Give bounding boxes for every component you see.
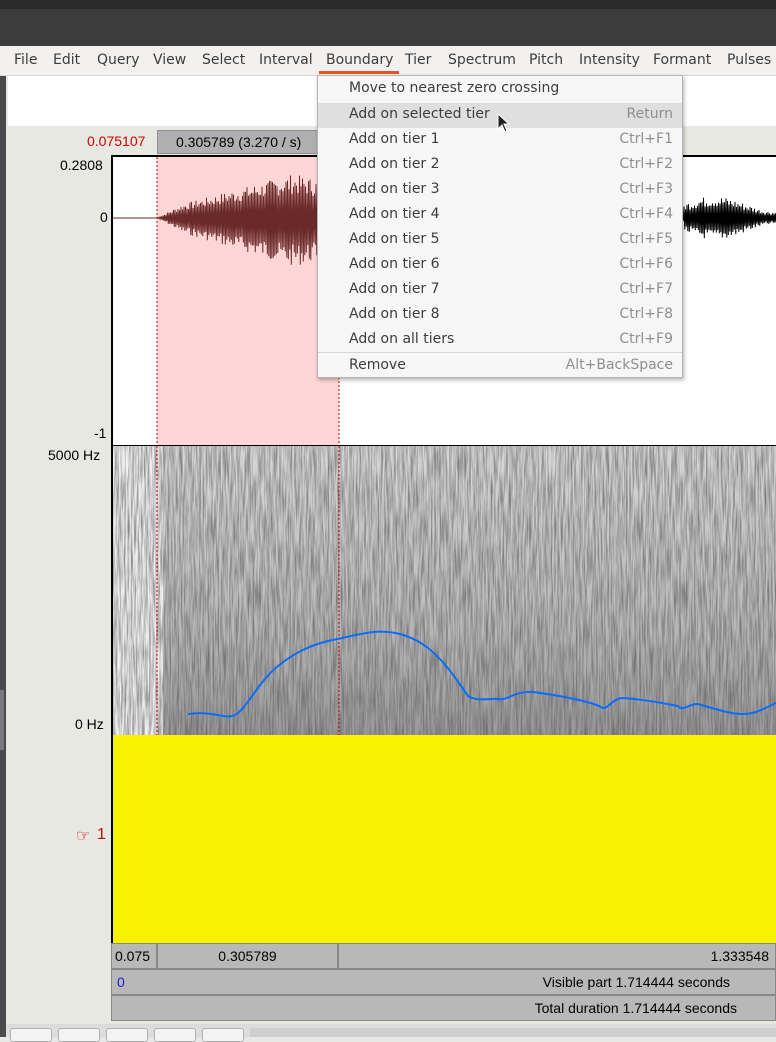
- zoom-all-button[interactable]: [10, 1028, 52, 1042]
- spectrogram-panel[interactable]: [111, 445, 776, 736]
- menu-interval[interactable]: Interval: [259, 46, 313, 75]
- interval-tier[interactable]: [111, 735, 776, 944]
- menu-add-on-tier-5[interactable]: Add on tier 5 Ctrl+F5: [318, 228, 682, 253]
- left-edge: [0, 76, 6, 1037]
- zoom-in-button[interactable]: [58, 1028, 100, 1042]
- menu-move-to-zero-crossing[interactable]: Move to nearest zero crossing: [318, 77, 682, 102]
- menu-formant[interactable]: Formant: [653, 46, 711, 75]
- time-bar-left[interactable]: 0.075: [111, 943, 157, 969]
- menu-tier[interactable]: Tier: [405, 46, 431, 75]
- menu-file[interactable]: File: [14, 46, 37, 75]
- toolbar-strip: [0, 9, 776, 46]
- spectrum-min-label: 0 Hz: [75, 716, 104, 732]
- mouse-pointer-icon: [497, 113, 511, 133]
- visible-part-label: Visible part 1.714444 seconds: [542, 974, 730, 990]
- cursor-time-label: 0.075107: [87, 133, 146, 149]
- zoom-out-button[interactable]: [106, 1028, 148, 1042]
- visible-part-bar[interactable]: 0 Visible part 1.714444 seconds: [111, 969, 776, 995]
- active-menu-indicator: [319, 71, 399, 74]
- menu-add-on-tier-7[interactable]: Add on tier 7 Ctrl+F7: [318, 278, 682, 303]
- wave-min-label: -1: [94, 425, 107, 441]
- menu-intensity[interactable]: Intensity: [579, 46, 640, 75]
- time-bar-right[interactable]: 1.333548: [338, 943, 776, 969]
- menu-add-on-tier-6[interactable]: Add on tier 6 Ctrl+F6: [318, 253, 682, 278]
- menu-add-on-tier-2[interactable]: Add on tier 2 Ctrl+F2: [318, 153, 682, 178]
- spectrogram-plot: [113, 446, 776, 735]
- total-duration-bar[interactable]: Total duration 1.714444 seconds: [111, 995, 776, 1021]
- visible-start-label: 0: [117, 974, 125, 990]
- menu-add-on-tier-3[interactable]: Add on tier 3 Ctrl+F3: [318, 178, 682, 203]
- menu-add-on-all-tiers[interactable]: Add on all tiers Ctrl+F9: [318, 328, 682, 353]
- zoom-selection-button[interactable]: [154, 1028, 196, 1042]
- menu-remove[interactable]: Remove Alt+BackSpace: [318, 354, 682, 379]
- menu-edit[interactable]: Edit: [53, 46, 80, 75]
- menu-query[interactable]: Query: [97, 46, 140, 75]
- menu-select[interactable]: Select: [202, 46, 245, 75]
- menu-pulses[interactable]: Pulses: [727, 46, 771, 75]
- selection-duration-bar[interactable]: 0.305789 (3.270 / s): [157, 130, 327, 154]
- menu-view[interactable]: View: [153, 46, 186, 75]
- title-bar: [0, 0, 776, 9]
- spectrogram-texture: [113, 446, 776, 735]
- menu-add-on-tier-8[interactable]: Add on tier 8 Ctrl+F8: [318, 303, 682, 328]
- time-bar-selection[interactable]: 0.305789: [157, 943, 338, 969]
- wave-max-label: 0.2808: [60, 157, 103, 173]
- menu-add-on-tier-4[interactable]: Add on tier 4 Ctrl+F4: [318, 203, 682, 228]
- wave-zero-label: 0: [100, 209, 108, 225]
- tier-hand-icon: ☞: [76, 828, 91, 845]
- menu-pitch[interactable]: Pitch: [529, 46, 563, 75]
- left-edge-handle: [0, 690, 4, 750]
- spectrum-max-label: 5000 Hz: [48, 447, 101, 463]
- horizontal-scrollbar[interactable]: [250, 1028, 776, 1037]
- menu-separator: [318, 352, 682, 353]
- tier-number-label[interactable]: 1: [97, 826, 106, 844]
- menu-spectrum[interactable]: Spectrum: [448, 46, 516, 75]
- zoom-back-button[interactable]: [202, 1028, 244, 1042]
